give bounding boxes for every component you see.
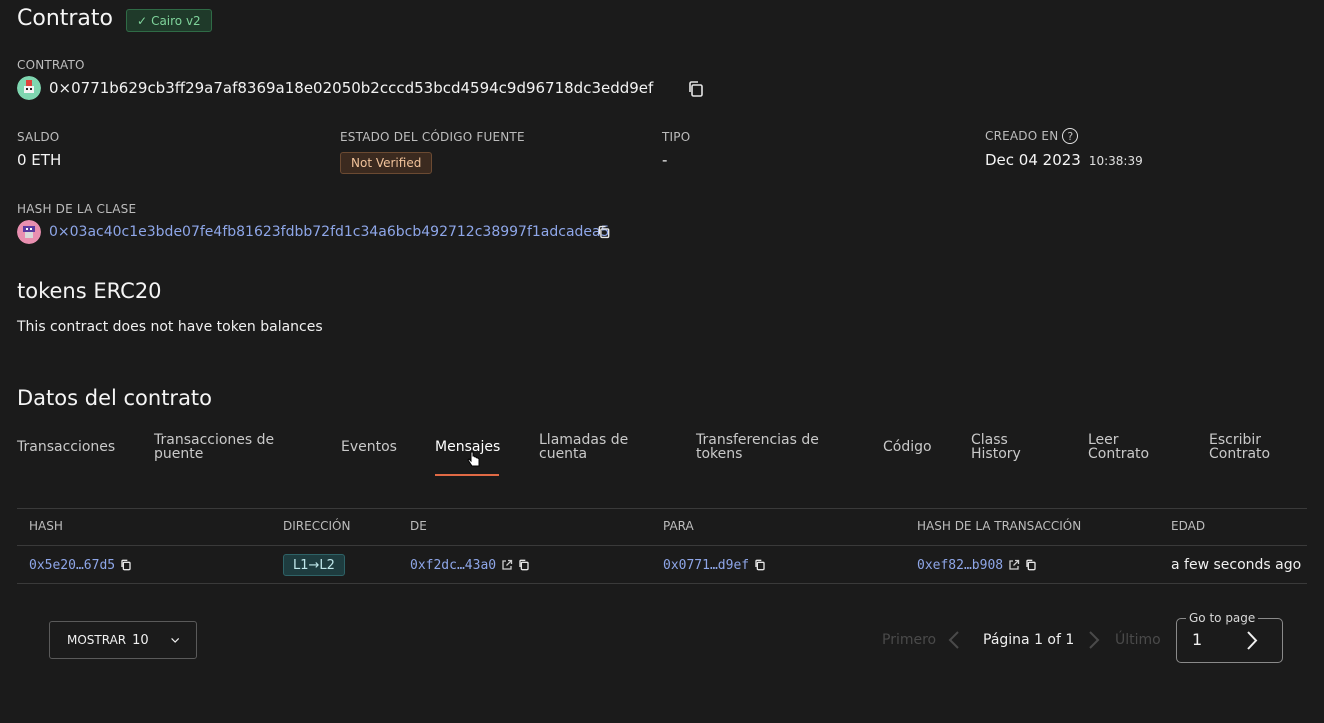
- chevron-down-icon: [170, 637, 179, 643]
- creado-date: Dec 04 2023: [985, 151, 1081, 169]
- page-title: Contrato: [17, 6, 114, 31]
- tipo-label: TIPO: [662, 130, 691, 144]
- tab-transacciones[interactable]: Transacciones: [17, 440, 115, 454]
- table-top-border: [17, 508, 1307, 509]
- tab-leer-contrato[interactable]: Leer Contrato: [1088, 433, 1149, 461]
- th-direccion: DIRECCIÓN: [283, 519, 351, 533]
- contract-label: CONTRATO: [17, 58, 85, 72]
- table-row-to: 0x0771…d9ef: [663, 556, 766, 574]
- go-to-page-input[interactable]: 1: [1192, 630, 1202, 649]
- th-de: DE: [410, 519, 427, 533]
- class-avatar: [17, 220, 41, 244]
- th-hash-transaccion: HASH DE LA TRANSACCIÓN: [917, 519, 1082, 533]
- creado-label-row: CREADO EN ?: [985, 128, 1079, 144]
- copy-icon[interactable]: [1025, 559, 1037, 571]
- th-para: PARA: [663, 519, 694, 533]
- last-page-button[interactable]: Último: [1115, 632, 1161, 648]
- chevron-right-icon[interactable]: [1088, 631, 1100, 649]
- th-edad: EDAD: [1171, 519, 1206, 533]
- chevron-left-icon[interactable]: [948, 631, 960, 649]
- external-link-icon[interactable]: [501, 559, 513, 571]
- copy-icon[interactable]: [120, 559, 132, 571]
- tab-transacciones-puente[interactable]: Transacciones de puente: [154, 433, 274, 461]
- table-row-direction: L1→L2: [283, 554, 345, 576]
- to-address-link[interactable]: 0x0771…d9ef: [663, 558, 749, 573]
- message-hash-link[interactable]: 0x5e20…67d5: [29, 558, 115, 573]
- class-hash-link[interactable]: 0×03ac40c1e3bde07fe4fb81623fdbb72fd1c34a…: [49, 224, 610, 240]
- first-page-button[interactable]: Primero: [882, 632, 936, 648]
- check-icon: ✓: [137, 13, 148, 28]
- contract-data-title: Datos del contrato: [17, 386, 213, 410]
- copy-icon[interactable]: [754, 559, 766, 571]
- direction-badge: L1→L2: [283, 554, 345, 576]
- saldo-value: 0 ETH: [17, 151, 62, 169]
- tab-escribir-contrato[interactable]: Escribir Contrato: [1209, 433, 1270, 461]
- creado-time: 10:38:39: [1088, 154, 1143, 168]
- cairo-version-badge: ✓ Cairo v2: [126, 9, 212, 32]
- class-hash-label: HASH DE LA CLASE: [17, 202, 137, 216]
- creado-label: CREADO EN: [985, 129, 1059, 143]
- active-tab-indicator: [435, 474, 499, 476]
- page-indicator: Página 1 of 1: [983, 632, 1075, 648]
- saldo-label: SALDO: [17, 130, 60, 144]
- info-icon[interactable]: ?: [1062, 128, 1079, 144]
- tab-eventos[interactable]: Eventos: [341, 440, 397, 454]
- table-header-border: [17, 545, 1307, 546]
- tab-class-history[interactable]: Class History: [971, 433, 1021, 461]
- show-label: MOSTRAR: [67, 633, 127, 647]
- from-address-link[interactable]: 0xf2dc…43a0: [410, 558, 496, 573]
- go-to-page-label: Go to page: [1186, 611, 1259, 625]
- table-row-from: 0xf2dc…43a0: [410, 556, 530, 574]
- table-bottom-border: [17, 583, 1307, 584]
- tab-transferencias-tokens[interactable]: Transferencias de tokens: [696, 433, 819, 461]
- copy-icon[interactable]: [518, 559, 530, 571]
- tab-llamadas-cuenta[interactable]: Llamadas de cuenta: [539, 433, 628, 461]
- go-to-page-field[interactable]: Go to page 1: [1176, 611, 1283, 663]
- hand-cursor-icon: [467, 451, 480, 467]
- show-value: 10: [132, 632, 149, 648]
- tipo-value: -: [662, 151, 668, 169]
- estado-label: ESTADO DEL CÓDIGO FUENTE: [340, 130, 525, 144]
- th-hash: HASH: [29, 519, 63, 533]
- chevron-right-icon[interactable]: [1246, 631, 1258, 650]
- copy-icon[interactable]: [597, 225, 611, 239]
- tokens-empty-text: This contract does not have token balanc…: [17, 319, 323, 335]
- table-row-age: a few seconds ago: [1171, 557, 1302, 573]
- table-row-tx-hash: 0xef82…b908: [917, 556, 1037, 574]
- table-row-hash: 0x5e20…67d5: [29, 556, 132, 574]
- copy-icon[interactable]: [687, 80, 705, 98]
- contract-address: 0×0771b629cb3ff29a7af8369a18e02050b2cccd…: [49, 79, 654, 97]
- external-link-icon[interactable]: [1008, 559, 1020, 571]
- not-verified-badge: Not Verified: [340, 152, 433, 174]
- tab-codigo[interactable]: Código: [883, 440, 932, 454]
- cairo-version-label: Cairo v2: [151, 13, 201, 28]
- tx-hash-link[interactable]: 0xef82…b908: [917, 558, 1003, 573]
- tokens-title: tokens ERC20: [17, 279, 162, 303]
- page-size-select[interactable]: MOSTRAR 10: [49, 621, 197, 659]
- creado-value: Dec 04 2023 10:38:39: [985, 151, 1143, 169]
- contract-avatar: [17, 76, 41, 100]
